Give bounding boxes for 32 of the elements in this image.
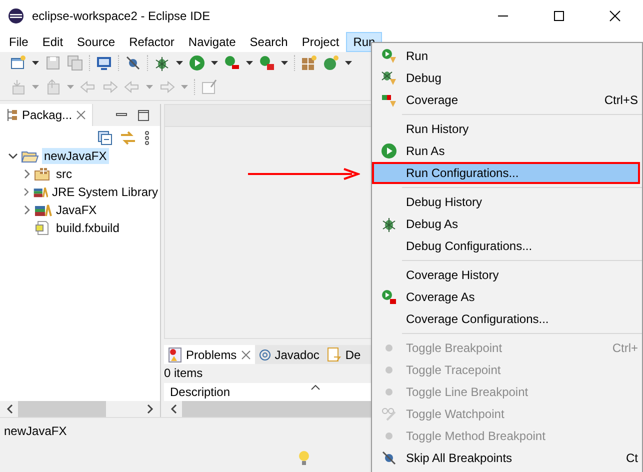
menu-item[interactable]: Navigate [181, 32, 243, 52]
view-tab[interactable]: De [323, 345, 365, 364]
menu-item[interactable]: Edit [35, 32, 70, 52]
tree-item[interactable]: build.fxbuild [54, 220, 122, 236]
window-title: eclipse-workspace2 - Eclipse IDE [32, 9, 210, 23]
tree-item[interactable]: JavaFX [54, 202, 99, 218]
menu-item[interactable]: Refactor [122, 32, 182, 52]
view-tab[interactable]: Javadoc [254, 345, 324, 364]
menu-item[interactable]: Coverage History [372, 264, 640, 286]
menu-item[interactable]: Run As [372, 140, 640, 162]
menu-item[interactable]: Coverage Configurations... [372, 308, 640, 330]
view-tab-label: Packag... [22, 108, 72, 122]
status-text: newJavaFX [4, 424, 67, 438]
view-tab[interactable]: Packag... [0, 104, 94, 126]
menu-item[interactable]: Coverage As [372, 286, 640, 308]
menu-item[interactable]: Debug [372, 67, 640, 89]
menu-item[interactable]: Skip All Breakpoints Ct [372, 447, 640, 469]
item-count: 0 items [164, 365, 203, 382]
menu-item[interactable]: Coverage Ctrl+S [372, 89, 640, 111]
menu-item[interactable]: Source [70, 32, 122, 52]
menu-item[interactable]: Run Configurations... [372, 162, 640, 184]
menu-item[interactable]: Debug History [372, 191, 640, 213]
tree-item[interactable]: src [54, 166, 74, 182]
tree-item[interactable]: JRE System Library [50, 184, 160, 200]
menu-item[interactable]: Search [242, 32, 295, 52]
menu-item[interactable]: Project [294, 32, 346, 52]
menu-item[interactable]: Run History [372, 118, 640, 140]
menu-item[interactable]: File [2, 32, 36, 52]
menu-item[interactable]: Debug Configurations... [372, 235, 640, 257]
view-tab[interactable]: Problems [164, 345, 255, 364]
tree-item[interactable]: newJavaFX [42, 148, 109, 164]
menu-item[interactable]: Debug As [372, 213, 640, 235]
